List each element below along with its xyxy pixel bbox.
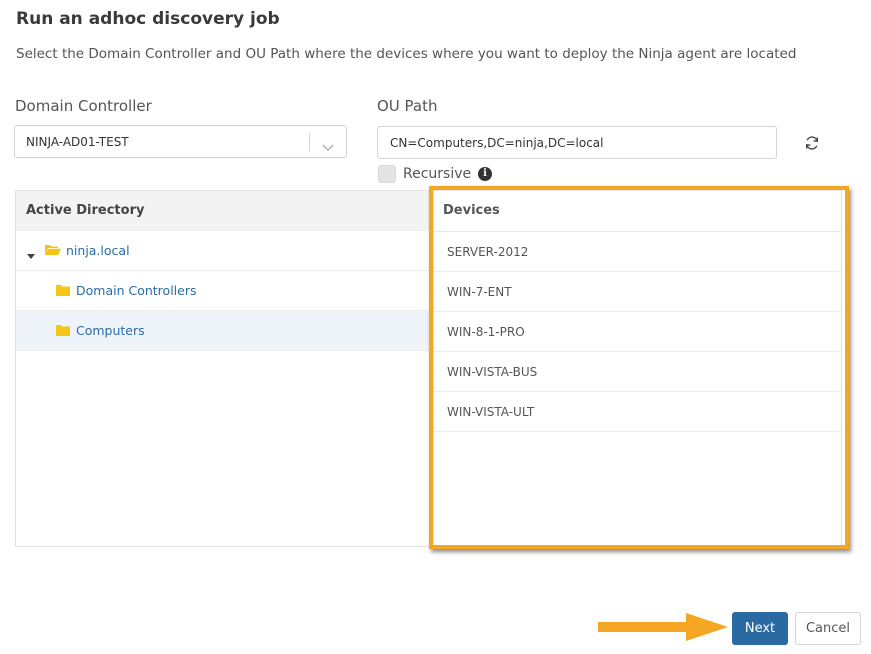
domain-controller-select[interactable]: NINJA-AD01-TEST (14, 125, 347, 158)
folder-icon (56, 284, 70, 299)
tree-item-label: Domain Controllers (76, 283, 197, 298)
cancel-button[interactable]: Cancel (795, 612, 861, 645)
domain-controller-label: Domain Controller (15, 97, 152, 115)
chevron-down-icon[interactable] (322, 137, 334, 156)
recursive-label: Recursive (403, 166, 472, 182)
tree-item-ninja-local[interactable]: ninja.local (16, 231, 434, 271)
devices-panel: Devices SERVER-2012 WIN-7-ENT WIN-8-1-PR… (433, 190, 842, 547)
tree-item-label: Computers (76, 323, 145, 338)
caret-down-icon[interactable] (27, 247, 35, 262)
device-row[interactable]: WIN-VISTA-BUS (434, 352, 841, 392)
refresh-icon[interactable] (804, 135, 820, 155)
select-divider (309, 133, 310, 151)
ou-path-input[interactable] (377, 126, 777, 159)
active-directory-panel: Active Directory ninja.local Domain Cont… (15, 190, 435, 547)
ou-path-label: OU Path (377, 97, 438, 115)
info-icon[interactable]: i (478, 167, 492, 181)
active-directory-header: Active Directory (16, 191, 434, 231)
dialog-title: Run an adhoc discovery job (16, 9, 280, 29)
device-row[interactable]: SERVER-2012 (434, 232, 841, 272)
device-row[interactable]: WIN-7-ENT (434, 272, 841, 312)
device-row[interactable]: WIN-VISTA-ULT (434, 392, 841, 432)
devices-header: Devices (434, 191, 841, 232)
folder-open-icon (45, 244, 61, 259)
dialog-subtitle: Select the Domain Controller and OU Path… (16, 46, 797, 62)
tree-item-computers[interactable]: Computers (16, 311, 434, 351)
folder-icon (56, 324, 70, 339)
recursive-checkbox[interactable] (378, 165, 396, 183)
device-row[interactable]: WIN-8-1-PRO (434, 312, 841, 352)
arrow-right-icon (596, 611, 730, 647)
tree-item-domain-controllers[interactable]: Domain Controllers (16, 271, 434, 311)
next-button[interactable]: Next (732, 612, 788, 645)
domain-controller-value: NINJA-AD01-TEST (26, 135, 129, 149)
tree-item-label: ninja.local (66, 243, 130, 258)
